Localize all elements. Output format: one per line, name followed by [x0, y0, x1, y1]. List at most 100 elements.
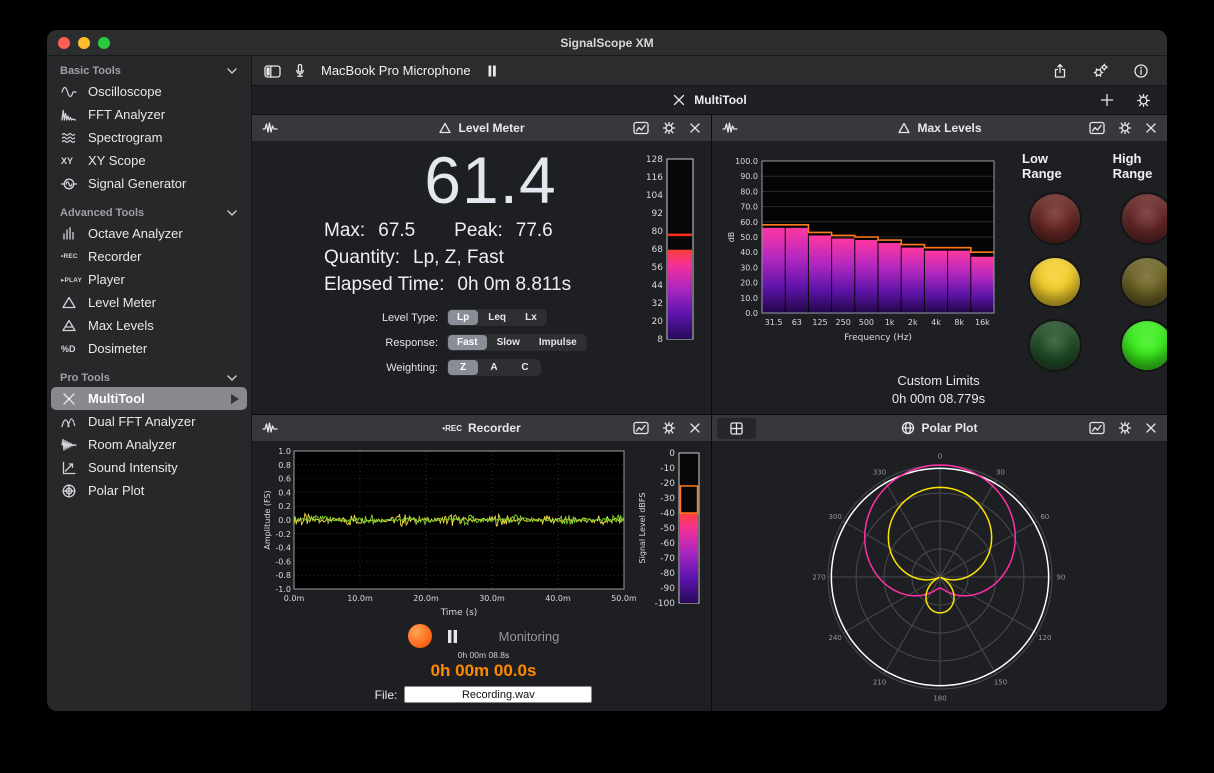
pause-monitoring-button[interactable] — [487, 65, 497, 77]
recorder-pause-button[interactable] — [446, 629, 459, 644]
panel-settings-icon[interactable] — [1118, 121, 1132, 135]
monitoring-status: Monitoring — [499, 629, 560, 644]
svg-text:0.6: 0.6 — [278, 475, 291, 484]
sidebar-item-level-meter[interactable]: Level Meter — [51, 291, 247, 314]
panel-close-icon[interactable] — [1145, 422, 1157, 434]
svg-text:20: 20 — [652, 317, 664, 327]
sidebar-item-max-levels[interactable]: Max Levels — [51, 314, 247, 337]
svg-text:30: 30 — [996, 469, 1005, 477]
sidebar-item-player[interactable]: ▸PLAY Player — [51, 268, 247, 291]
weighting-option-a[interactable]: A — [479, 360, 509, 375]
sidebar-item-spectrogram[interactable]: Spectrogram — [51, 126, 247, 149]
svg-text:300: 300 — [828, 513, 841, 521]
file-name-input[interactable] — [404, 686, 592, 703]
svg-text:500: 500 — [859, 318, 874, 327]
close-window-button[interactable] — [58, 37, 70, 49]
chart-view-icon[interactable] — [633, 421, 649, 435]
svg-text:1k: 1k — [885, 318, 895, 327]
multitool-settings-button[interactable] — [1136, 93, 1151, 108]
panel-close-icon[interactable] — [689, 422, 701, 434]
sidebar-section-basic-tools: Basic Tools Oscilloscope FFT Analyzer Sp… — [47, 62, 251, 195]
svg-text:250: 250 — [836, 318, 851, 327]
recording-elapsed-large: 0h 00m 00.0s — [260, 661, 707, 681]
signal-icon — [262, 120, 278, 136]
chart-view-icon[interactable] — [1089, 121, 1105, 135]
window-controls — [58, 37, 110, 49]
svg-text:10.0: 10.0 — [740, 294, 758, 303]
sidebar-item-octave-analyzer[interactable]: Octave Analyzer — [51, 222, 247, 245]
info-button[interactable] — [1133, 63, 1149, 79]
grid-view-icon[interactable] — [717, 418, 756, 439]
sidebar-item-fft-analyzer[interactable]: FFT Analyzer — [51, 103, 247, 126]
svg-text:-20: -20 — [660, 479, 675, 489]
max-levels-panel-header[interactable]: Max Levels — [712, 115, 1167, 141]
panel-close-icon[interactable] — [1145, 122, 1157, 134]
sidebar-item-oscilloscope[interactable]: Oscilloscope — [51, 80, 247, 103]
level-meter-body: 61.4 Max: 67.5 Peak: 77.6 Quantity: — [252, 141, 711, 414]
level-meter-icon — [438, 121, 452, 135]
recorder-panel-header[interactable]: •REC Recorder — [252, 415, 711, 441]
max-label: Max: — [324, 220, 365, 242]
panel-settings-icon[interactable] — [662, 421, 676, 435]
sidebar-item-multitool[interactable]: MultiTool — [51, 387, 247, 410]
recorder-file-row: File: — [260, 686, 707, 703]
sidebar-item-polar-plot[interactable]: Polar Plot — [51, 479, 247, 502]
settings-gears-button[interactable] — [1092, 63, 1109, 79]
recorder-waveform-chart: 1.00.80.60.40.20.0-0.2-0.4-0.6-0.8-1.00.… — [260, 445, 637, 621]
sidebar-item-sound-intensity[interactable]: Sound Intensity — [51, 456, 247, 479]
sidebar-item-xy-scope[interactable]: XY XY Scope — [51, 149, 247, 172]
level-type-option-leq[interactable]: Leq — [479, 310, 515, 325]
high-range-column: High Range — [1113, 151, 1167, 372]
panel-settings-icon[interactable] — [1118, 421, 1132, 435]
weighting-option-c[interactable]: C — [510, 360, 540, 375]
weighting-option-z[interactable]: Z — [448, 360, 478, 375]
signal-icon — [262, 420, 278, 436]
svg-text:Signal Level dBFS: Signal Level dBFS — [638, 493, 647, 564]
section-header-basic-tools[interactable]: Basic Tools — [47, 62, 251, 80]
panel-settings-icon[interactable] — [662, 121, 676, 135]
share-button[interactable] — [1052, 63, 1068, 79]
svg-text:68: 68 — [652, 245, 664, 255]
svg-text:-1.0: -1.0 — [275, 585, 291, 594]
globe-icon — [901, 421, 915, 435]
recorder-transport: Monitoring — [260, 624, 707, 648]
svg-text:104: 104 — [646, 191, 663, 201]
sidebar-item-room-analyzer[interactable]: Room Analyzer — [51, 433, 247, 456]
section-header-advanced-tools[interactable]: Advanced Tools — [47, 204, 251, 222]
response-option-slow[interactable]: Slow — [488, 335, 529, 350]
zoom-window-button[interactable] — [98, 37, 110, 49]
player-icon: ▸PLAY — [61, 276, 88, 284]
input-device-label[interactable]: MacBook Pro Microphone — [321, 63, 471, 78]
level-meter-panel-header[interactable]: Level Meter — [252, 115, 711, 141]
level-type-option-lp[interactable]: Lp — [448, 310, 478, 325]
response-option-fast[interactable]: Fast — [448, 335, 487, 350]
sidebar-item-signal-generator[interactable]: Signal Generator — [51, 172, 247, 195]
level-type-option-lx[interactable]: Lx — [516, 310, 546, 325]
panel-title: Recorder — [468, 421, 521, 435]
record-button[interactable] — [408, 624, 432, 648]
sidebar-toggle-button[interactable] — [264, 63, 282, 79]
svg-text:80: 80 — [652, 227, 664, 237]
minimize-window-button[interactable] — [78, 37, 90, 49]
section-header-pro-tools[interactable]: Pro Tools — [47, 369, 251, 387]
chart-view-icon[interactable] — [633, 121, 649, 135]
svg-text:80.0: 80.0 — [740, 187, 758, 196]
sidebar-item-dual-fft-analyzer[interactable]: Dual FFT Analyzer — [51, 410, 247, 433]
chart-view-icon[interactable] — [1089, 421, 1105, 435]
response-option-impulse[interactable]: Impulse — [530, 335, 586, 350]
svg-text:8: 8 — [657, 335, 663, 345]
svg-text:-50: -50 — [660, 524, 675, 534]
main-area: MacBook Pro Microphone — [252, 56, 1167, 711]
custom-limits-label[interactable]: Custom Limits — [716, 372, 1161, 390]
signal-icon — [722, 120, 738, 136]
sidebar: Basic Tools Oscilloscope FFT Analyzer Sp… — [47, 56, 252, 711]
svg-text:0.0: 0.0 — [745, 309, 758, 318]
add-tool-button[interactable] — [1100, 93, 1114, 107]
indicator-low-2 — [1028, 256, 1082, 309]
sidebar-item-recorder[interactable]: •REC Recorder — [51, 245, 247, 268]
response-control: Response: Fast Slow Impulse — [318, 334, 639, 351]
polar-plot-panel-header[interactable]: Polar Plot — [712, 415, 1167, 441]
panel-close-icon[interactable] — [689, 122, 701, 134]
peak-label: Peak: — [454, 220, 503, 242]
sidebar-item-dosimeter[interactable]: %D Dosimeter — [51, 337, 247, 360]
